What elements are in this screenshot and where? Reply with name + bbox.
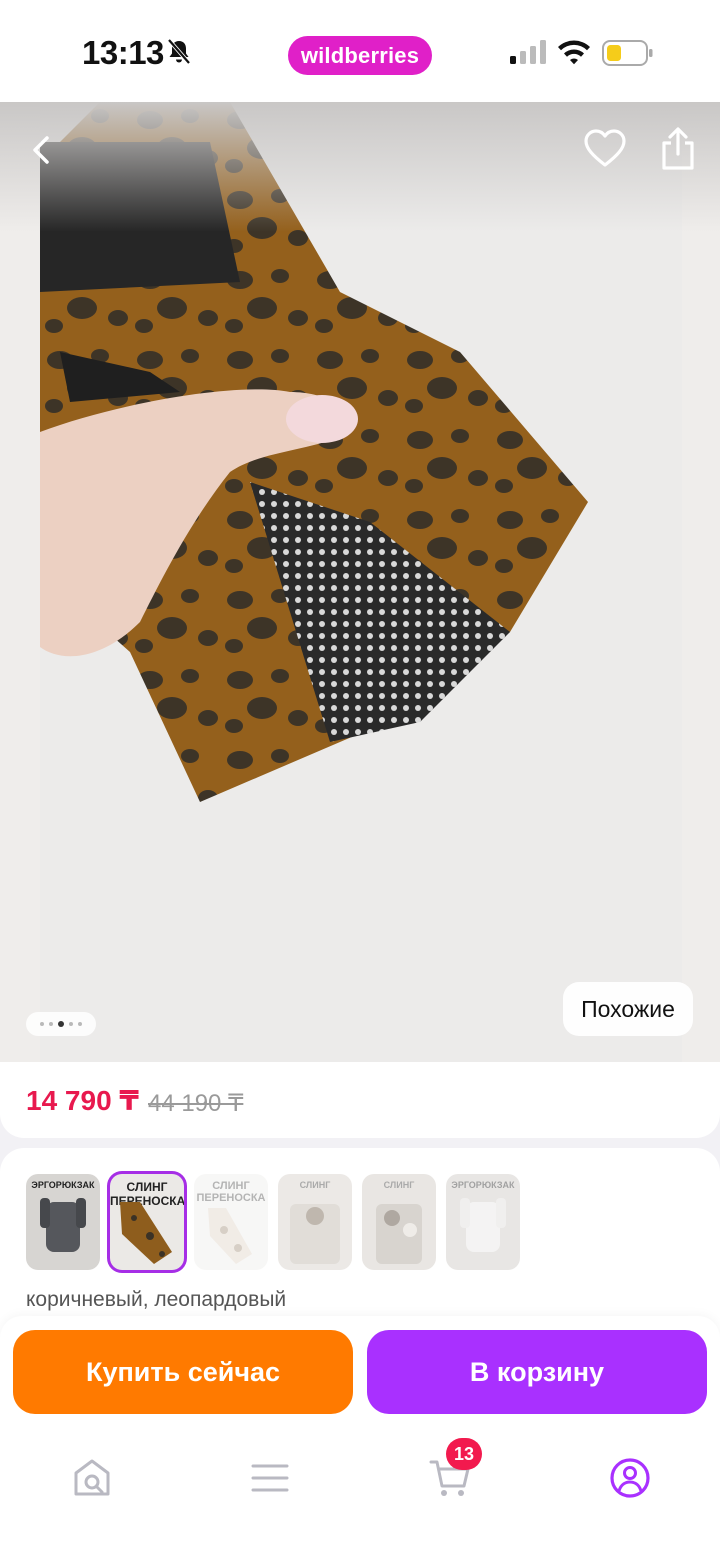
brand-logo: wildberries (288, 36, 432, 75)
cellular-signal-icon (510, 40, 546, 64)
product-image-gallery[interactable]: Похожие (0, 102, 720, 1062)
buy-now-button[interactable]: Купить сейчас (13, 1330, 353, 1414)
gallery-dot (69, 1022, 73, 1026)
gallery-dot-active (58, 1021, 64, 1027)
tab-profile[interactable] (600, 1448, 660, 1508)
variant-thumbnails: ЭРГОРЮКЗАК СЛИНГ ПЕРЕНОСКА СЛИНГ ПЕРЕНОС… (26, 1174, 520, 1270)
share-icon[interactable] (656, 126, 700, 172)
variant-thumbnail[interactable]: СЛИНГ (278, 1174, 352, 1270)
gallery-dot (49, 1022, 53, 1026)
variant-thumbnail[interactable]: ЭРГОРЮКЗАК (26, 1174, 100, 1270)
profile-icon (610, 1458, 650, 1498)
variant-thumbnail-image (460, 1198, 506, 1252)
variant-thumbnail-image (40, 1198, 86, 1252)
gallery-pagination (26, 1012, 96, 1036)
current-price: 14 790 ₸ (26, 1085, 139, 1116)
variant-thumbnail[interactable]: СЛИНГ ПЕРЕНОСКА (194, 1174, 268, 1270)
tab-home[interactable] (62, 1448, 122, 1508)
variant-thumbnail-image (208, 1208, 252, 1264)
selected-color-name: коричневый, леопардовый (26, 1288, 287, 1311)
battery-icon (602, 40, 653, 66)
purchase-action-bar: Купить сейчас В корзину (0, 1316, 720, 1432)
product-photo (40, 102, 682, 1062)
cart-count-badge: 13 (446, 1438, 482, 1470)
bottom-tab-bar (0, 1432, 720, 1564)
price-card: 14 790 ₸ 44 190 ₸ (0, 1062, 720, 1138)
variant-thumbnail[interactable]: СЛИНГ (362, 1174, 436, 1270)
tab-catalog[interactable] (240, 1448, 300, 1508)
heart-icon[interactable] (582, 126, 628, 172)
add-to-cart-button[interactable]: В корзину (367, 1330, 707, 1414)
home-search-icon (74, 1459, 110, 1496)
wifi-icon (558, 40, 590, 65)
variant-thumbnail-image (290, 1204, 340, 1264)
menu-icon (251, 1464, 289, 1492)
variant-thumbnail-image (120, 1202, 172, 1264)
gallery-dot (78, 1022, 82, 1026)
status-time: 13:13 (82, 34, 164, 71)
status-bar: 13:13 wildberries (0, 0, 720, 102)
similar-products-button[interactable]: Похожие (563, 982, 693, 1036)
old-price: 44 190 ₸ (148, 1090, 244, 1117)
variant-thumbnail-image (376, 1204, 422, 1264)
gallery-dot (40, 1022, 44, 1026)
bell-muted-icon (167, 38, 191, 65)
variant-thumbnail-selected[interactable]: СЛИНГ ПЕРЕНОСКА (110, 1174, 184, 1270)
back-icon[interactable] (22, 130, 62, 170)
variant-thumbnail[interactable]: ЭРГОРЮКЗАК (446, 1174, 520, 1270)
